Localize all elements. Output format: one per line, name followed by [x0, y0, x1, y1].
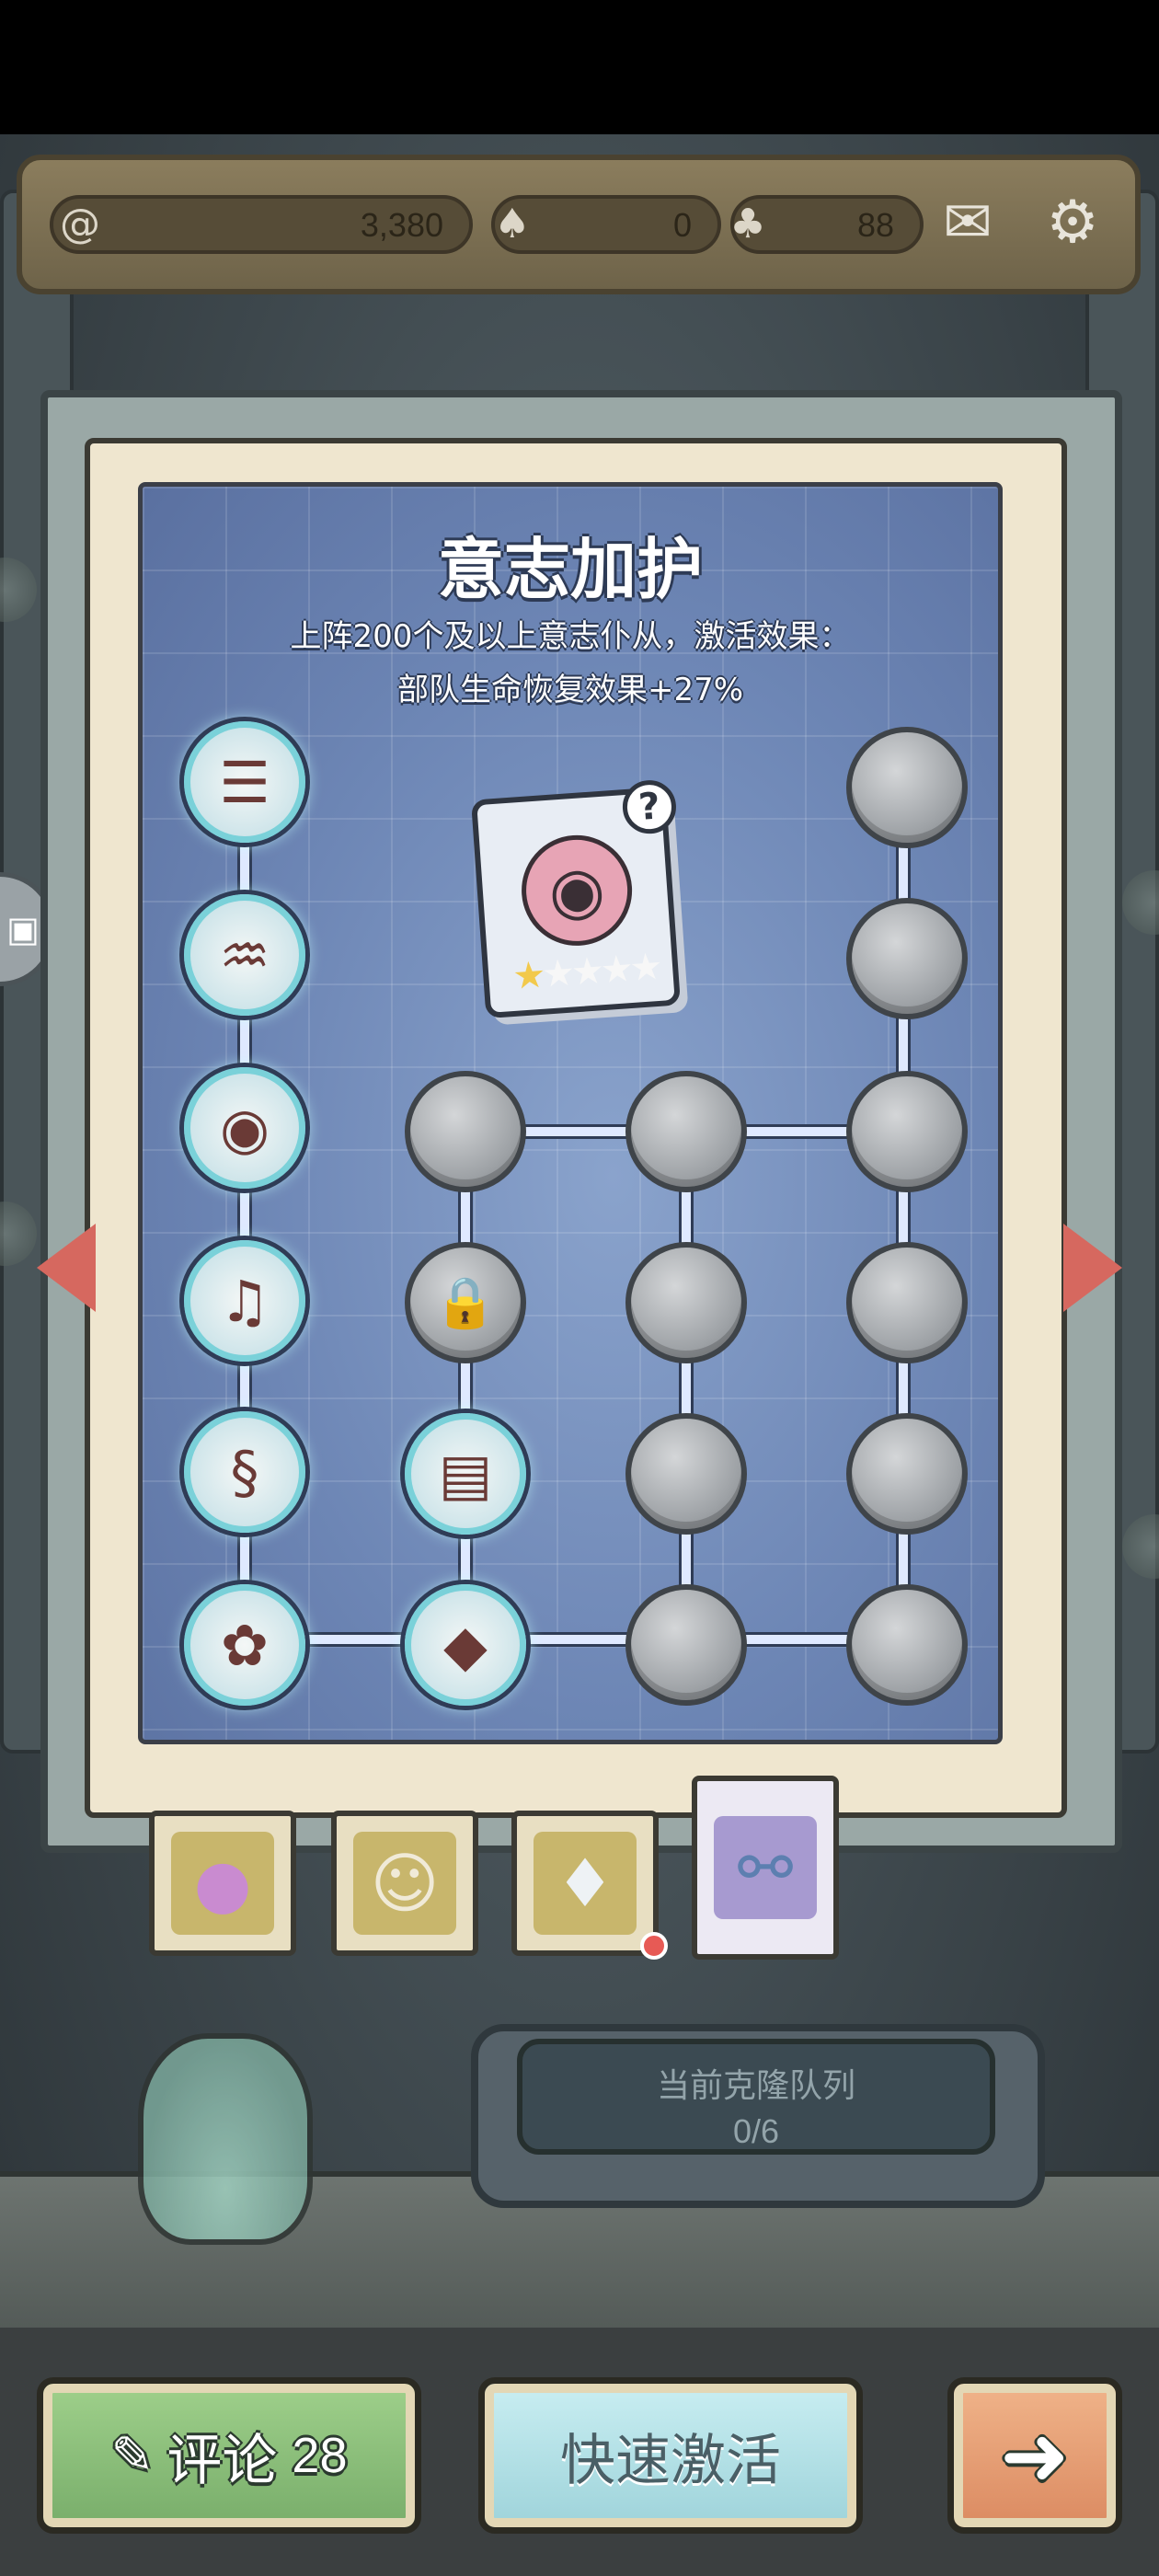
skill-node-empty[interactable] [405, 1071, 526, 1192]
comment-label: 评论 [166, 2428, 278, 2493]
slug-value: 0 [672, 206, 692, 244]
arrow-right-icon: ➜ [1000, 2407, 1070, 2504]
tree-connector [458, 1122, 473, 1638]
skill-node-flower-orb[interactable]: ✿ [184, 1584, 305, 1706]
clone-queue-label: 当前克隆队列 [656, 2067, 855, 2105]
flower-orb-icon: ✿ [221, 1611, 269, 1679]
skill-node-empty[interactable] [846, 1413, 968, 1535]
skill-node-intestine[interactable]: § [184, 1411, 305, 1533]
slug-icon: ♠ [494, 200, 531, 247]
skill-node-ribcage[interactable]: ☰ [184, 721, 305, 843]
skill-node-crystal-pile[interactable]: ◆ [405, 1584, 526, 1706]
prev-page-arrow[interactable] [37, 1224, 96, 1312]
skill-node-empty[interactable] [625, 1584, 747, 1706]
eyeball-icon: ◉ [219, 1094, 270, 1162]
skill-node-empty[interactable] [625, 1071, 747, 1192]
flask-decoration [138, 2033, 313, 2245]
gramophone-icon: ♫ [219, 1267, 270, 1335]
skill-node-gramophone[interactable]: ♫ [184, 1240, 305, 1362]
clone-queue-count: 0/6 [732, 2112, 780, 2150]
comment-count: 28 [292, 2428, 348, 2483]
uniform-icon: ♦ [555, 1845, 615, 1922]
tree-connector [679, 1122, 694, 1638]
cloth-icon: ♒ [219, 921, 270, 989]
eyeball-monster-icon: ◉ [518, 831, 637, 949]
comment-button[interactable]: ✎ 评论 28 [37, 2377, 421, 2534]
skill-node-empty[interactable] [846, 1584, 968, 1706]
skill-node-eyeball[interactable]: ◉ [184, 1067, 305, 1189]
crystal-pile-icon: ◆ [443, 1611, 488, 1679]
reward-card[interactable]: ◉ ★★★★★ ? [470, 778, 682, 1019]
coin-counter: 3,380 [50, 195, 473, 254]
slug-max-value: 88 [856, 206, 894, 244]
panel-description-line1: 上阵200个及以上意志仆从，激活效果： [290, 618, 851, 655]
tab-uniform[interactable]: ♦ [511, 1811, 659, 1956]
skill-node-empty[interactable] [625, 1242, 747, 1363]
notification-dot [640, 1932, 668, 1960]
card-star-rating: ★★★★★ [511, 945, 660, 998]
next-page-arrow[interactable] [1063, 1224, 1122, 1312]
tab-pacifier[interactable]: ● [149, 1811, 296, 1956]
skill-node-empty[interactable] [625, 1413, 747, 1535]
quick-activate-button[interactable]: 快速激活 [478, 2377, 863, 2534]
ribcage-icon: ☰ [219, 748, 270, 816]
skill-node-empty[interactable] [846, 727, 968, 848]
skill-node-book[interactable]: ▤ [405, 1413, 526, 1535]
clone-queue-screen[interactable]: 当前克隆队列 0/6 [517, 2039, 995, 2155]
lock-icon: 🔒 [434, 1273, 497, 1331]
skill-node-cloth[interactable]: ♒ [184, 894, 305, 1016]
settings-button[interactable]: ⚙ [1028, 178, 1117, 267]
skill-node-empty[interactable] [846, 1071, 968, 1192]
pacifier-icon: ● [193, 1845, 252, 1922]
tab-dna-card[interactable]: ⚯ [692, 1776, 839, 1960]
panel-title: 意志加护 [437, 531, 703, 608]
quill-icon: ✎ [110, 2425, 155, 2486]
quick-activate-label: 快速激活 [560, 2428, 781, 2493]
panel-description-line2: 部队生命恢复效果+27% [396, 672, 744, 708]
portrait-icon: ☺ [370, 1845, 440, 1922]
book-icon: ▤ [438, 1440, 493, 1508]
coin-value: 3,380 [360, 206, 443, 244]
intestine-icon: § [230, 1438, 259, 1506]
mail-icon: ✉ [943, 189, 993, 257]
resource-bar: 3,380 @ 0 ♠ 88 ♣ ✉ ⚙ [17, 155, 1141, 294]
gear-icon: ⚙ [1046, 189, 1099, 257]
mail-button[interactable]: ✉ [924, 178, 1012, 267]
skill-node-empty[interactable] [846, 1242, 968, 1363]
photo-icon: ▣ [6, 909, 40, 949]
dna-card-icon: ⚯ [737, 1829, 794, 1906]
skill-node-locked[interactable]: 🔒 [405, 1242, 526, 1363]
slug-box-icon: ♣ [729, 200, 766, 247]
tab-portrait[interactable]: ☺ [331, 1811, 478, 1956]
spiral-coin-icon: @ [60, 200, 100, 247]
next-button[interactable]: ➜ [947, 2377, 1122, 2534]
skill-node-empty[interactable] [846, 898, 968, 1019]
tree-connector [243, 1632, 905, 1647]
